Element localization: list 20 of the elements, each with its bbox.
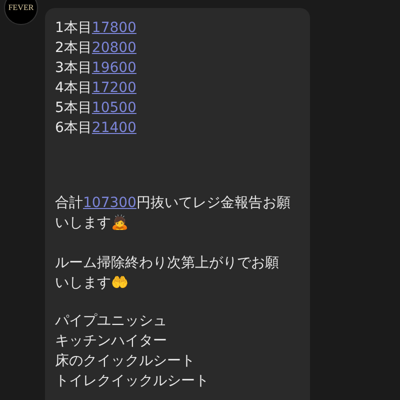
supply-item: 床のクイックルシート [55, 352, 196, 371]
amount-link[interactable]: 20800 [92, 38, 136, 58]
bottle-label: 1本目 [55, 19, 92, 38]
amount-link[interactable]: 17200 [92, 78, 136, 98]
request-message: ルーム掃除終わり次第上がりでお願いします🤲 [55, 254, 280, 293]
bottle-label: 4本目 [55, 79, 92, 98]
total-message: 合計107300円抜いてレジ金報告お願いします🙇 [55, 194, 292, 233]
amount-link[interactable]: 21400 [92, 118, 136, 138]
supply-item: キッチンハイター [55, 332, 168, 351]
bottle-label: 3本目 [55, 59, 92, 78]
amount-link[interactable]: 17800 [92, 18, 136, 38]
supply-item: パイプユニッシュ [55, 312, 168, 331]
amount-link[interactable]: 10500 [92, 98, 136, 118]
avatar[interactable]: FEVER [4, 0, 38, 25]
bottle-label: 2本目 [55, 39, 92, 58]
bottle-label: 5本目 [55, 99, 92, 118]
supply-item: トイレクイックルシート [55, 372, 210, 391]
total-link[interactable]: 107300 [83, 195, 136, 211]
amount-link[interactable]: 19600 [92, 58, 136, 78]
bottle-label: 6本目 [55, 119, 92, 138]
